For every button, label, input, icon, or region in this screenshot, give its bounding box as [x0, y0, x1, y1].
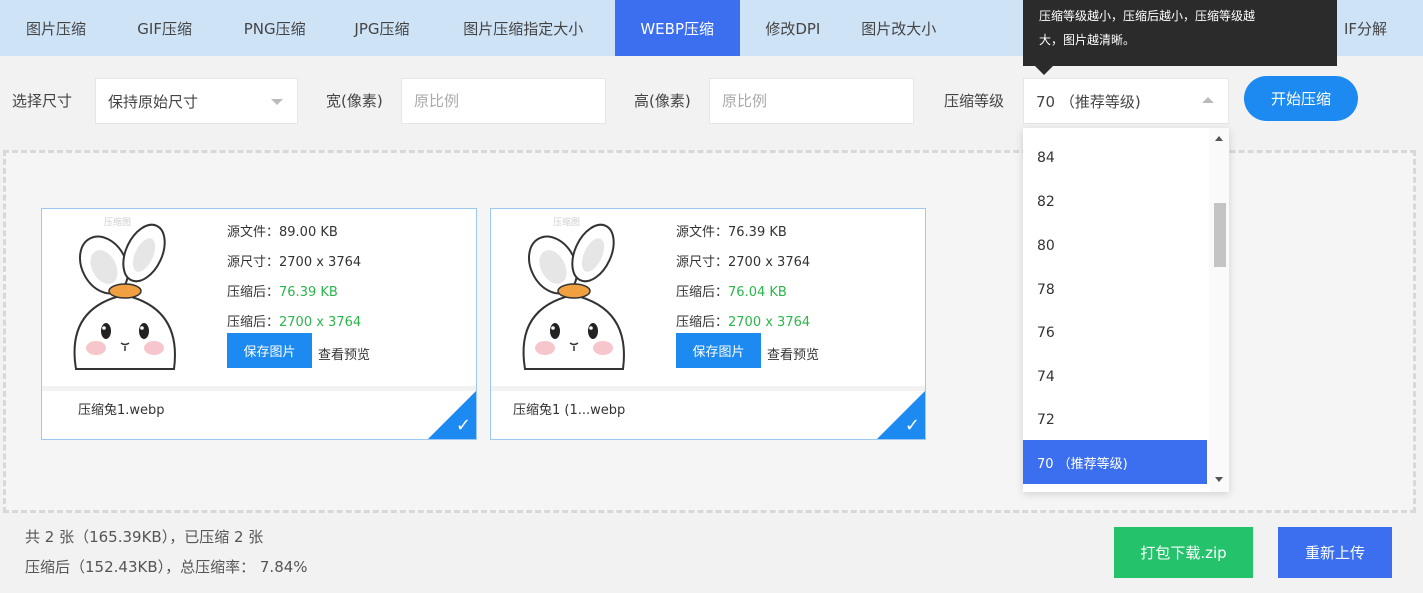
dropdown-scrollbar[interactable] — [1209, 128, 1229, 492]
card-divider — [491, 386, 925, 391]
save-image-button[interactable]: 保存图片 — [676, 333, 761, 368]
level-label: 压缩等级 — [944, 92, 1005, 110]
height-field-box — [709, 78, 914, 124]
level-dropdown-list: 84 82 80 78 76 74 72 70 （推荐等级) — [1023, 128, 1229, 492]
compressed-dims-label: 压缩后： — [676, 315, 729, 330]
tab-jpg-compress[interactable]: JPG压缩 — [332, 0, 432, 56]
file-card: 压缩图 源文件：76.39 KB 源尺寸：2700 x 3764 压缩后：76.… — [490, 208, 926, 440]
view-preview-link[interactable]: 查看预览 — [767, 344, 819, 363]
compressed-size-row: 压缩后：76.04 KB — [676, 278, 810, 308]
scroll-up-icon[interactable] — [1215, 136, 1223, 141]
bunny-image: 压缩图 — [522, 216, 625, 370]
save-image-button[interactable]: 保存图片 — [227, 333, 312, 368]
card-divider — [42, 386, 476, 391]
tab-compress-to-size[interactable]: 图片压缩指定大小 — [432, 0, 615, 56]
level-select[interactable]: 70 （推荐等级) — [1023, 78, 1229, 124]
dropdown-option-selected[interactable]: 70 （推荐等级) — [1023, 440, 1207, 484]
file-name: 压缩兔1.webp — [78, 403, 165, 418]
tab-resize-image[interactable]: 图片改大小 — [846, 0, 951, 56]
summary-line-2: 压缩后（152.43KB），总压缩率： 7.84% — [25, 558, 308, 576]
view-preview-link[interactable]: 查看预览 — [318, 344, 370, 363]
compressed-size-label: 压缩后： — [227, 285, 280, 300]
reupload-button[interactable]: 重新上传 — [1278, 527, 1392, 578]
chevron-up-icon — [1202, 97, 1214, 103]
watermark-text: 压缩图 — [104, 216, 131, 228]
width-label: 宽(像素) — [326, 92, 383, 110]
scroll-down-icon[interactable] — [1215, 477, 1223, 482]
compressed-size: 76.39 KB — [279, 285, 338, 300]
download-zip-button[interactable]: 打包下载.zip — [1114, 527, 1253, 578]
watermark-text: 压缩图 — [553, 216, 580, 228]
tab-modify-dpi[interactable]: 修改DPI — [740, 0, 846, 56]
height-input[interactable] — [722, 92, 913, 110]
compressed-dims: 2700 x 3764 — [728, 315, 811, 330]
dropdown-option[interactable]: 82 — [1023, 180, 1207, 224]
tab-gif-compress[interactable]: GIF压缩 — [112, 0, 217, 56]
summary-line-1: 共 2 张（165.39KB），已压缩 2 张 — [25, 528, 264, 546]
compressed-dims-label: 压缩后： — [227, 315, 280, 330]
file-name: 压缩兔1 (1...webp — [513, 403, 626, 418]
compressed-size-label: 压缩后： — [676, 285, 729, 300]
height-label: 高(像素) — [634, 92, 691, 110]
tab-webp-compress[interactable]: WEBP压缩 — [614, 0, 740, 56]
source-dims: 源尺寸：2700 x 3764 — [227, 255, 362, 270]
bunny-image: 压缩图 — [73, 216, 176, 370]
width-input[interactable] — [414, 92, 605, 110]
image-thumbnail: 压缩图 — [46, 213, 204, 371]
scrollbar-thumb[interactable] — [1214, 203, 1226, 267]
dropdown-option[interactable]: 80 — [1023, 224, 1207, 268]
start-compress-button[interactable]: 开始压缩 — [1244, 76, 1358, 121]
check-icon: ✓ — [904, 415, 920, 436]
size-label: 选择尺寸 — [12, 92, 73, 110]
compressed-dims: 2700 x 3764 — [279, 315, 362, 330]
source-size: 源文件：76.39 KB — [676, 225, 787, 240]
chevron-down-icon — [271, 99, 283, 105]
tab-png-compress[interactable]: PNG压缩 — [217, 0, 332, 56]
source-size: 源文件：89.00 KB — [227, 225, 338, 240]
check-icon: ✓ — [455, 415, 471, 436]
compressed-size-row: 压缩后：76.39 KB — [227, 278, 361, 308]
compressed-size: 76.04 KB — [728, 285, 787, 300]
tooltip-line-1: 压缩等级越小，压缩后越小，压缩等级越 — [1039, 9, 1256, 23]
dropdown-option[interactable]: 76 — [1023, 311, 1207, 355]
tab-image-compress[interactable]: 图片压缩 — [0, 0, 112, 56]
dropdown-option[interactable]: 72 — [1023, 398, 1207, 442]
file-info: 源文件：76.39 KB 源尺寸：2700 x 3764 压缩后：76.04 K… — [676, 218, 810, 338]
image-thumbnail: 压缩图 — [495, 213, 653, 371]
level-select-value: 70 （推荐等级) — [1036, 92, 1141, 111]
dropdown-option[interactable]: 78 — [1023, 268, 1207, 312]
width-field-box — [401, 78, 606, 124]
dropdown-option[interactable]: 84 — [1023, 136, 1207, 180]
file-info: 源文件：89.00 KB 源尺寸：2700 x 3764 压缩后：76.39 K… — [227, 218, 361, 338]
source-dims: 源尺寸：2700 x 3764 — [676, 255, 811, 270]
size-select-value: 保持原始尺寸 — [108, 92, 199, 111]
tooltip-line-2: 大，图片越清晰。 — [1039, 33, 1136, 47]
compression-level-tooltip: 压缩等级越小，压缩后越小，压缩等级越 大，图片越清晰。 — [1023, 0, 1337, 75]
dropdown-option[interactable]: 74 — [1023, 355, 1207, 399]
file-card: 压缩图 源文件：89.00 KB 源尺寸：2700 x 3764 压缩后：76.… — [41, 208, 477, 440]
size-select[interactable]: 保持原始尺寸 — [95, 78, 298, 124]
